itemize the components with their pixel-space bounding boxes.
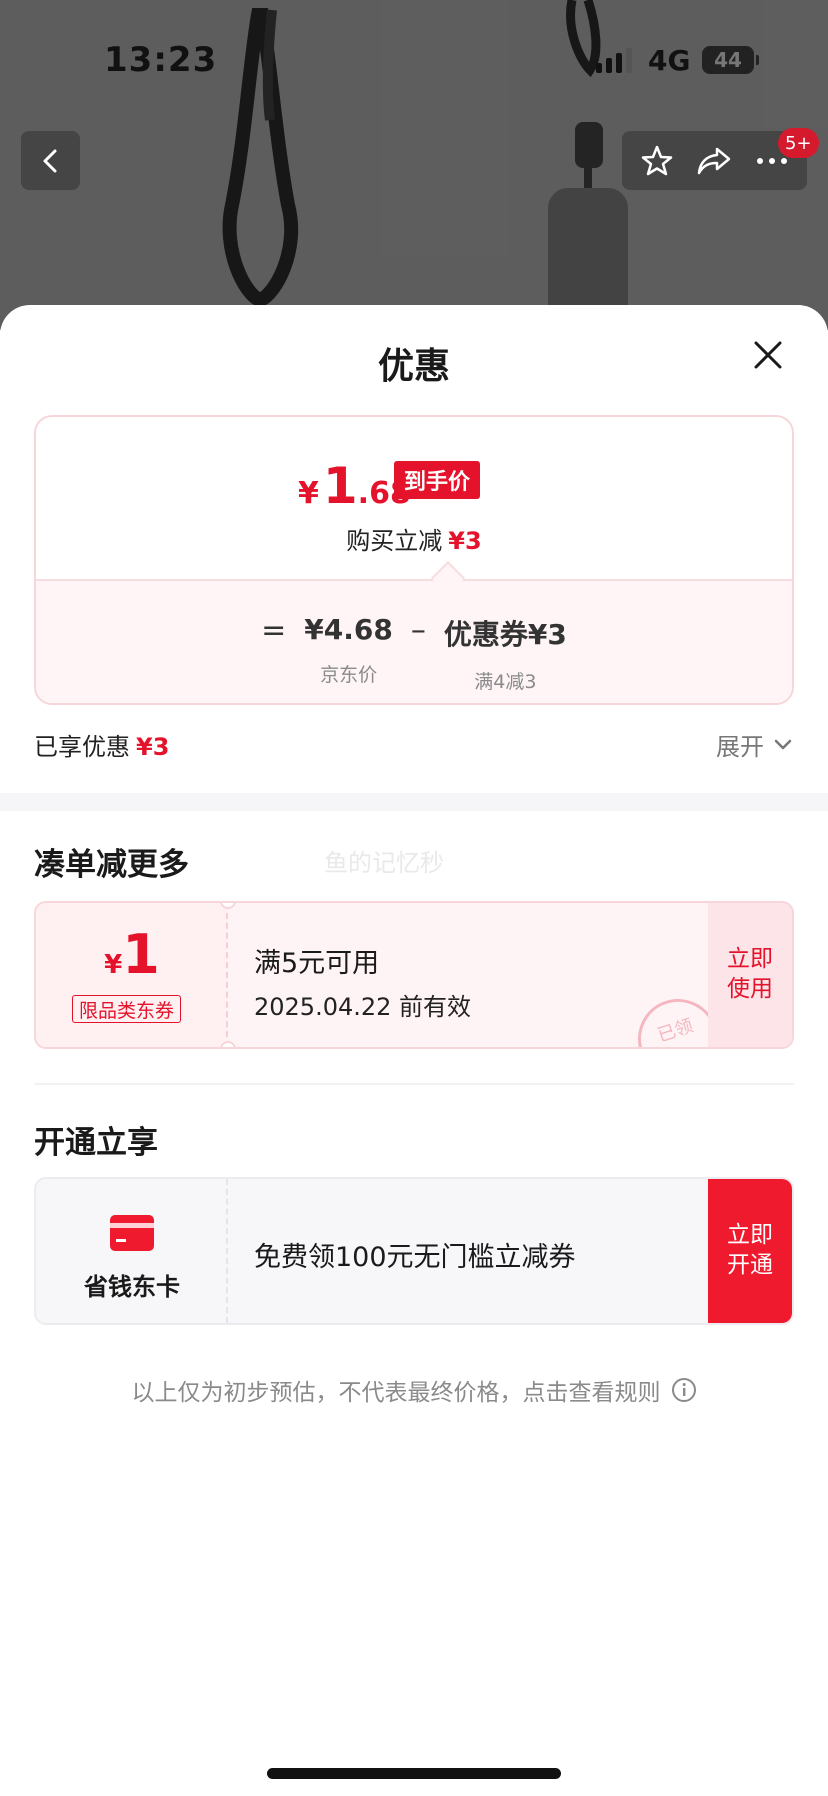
- open-membership-button[interactable]: 立即开通: [708, 1179, 792, 1323]
- close-button[interactable]: [746, 333, 790, 377]
- section-divider: [0, 793, 828, 811]
- expand-button[interactable]: 展开: [716, 727, 792, 762]
- coupon-condition: 满5元可用: [254, 948, 380, 979]
- card-name: 省钱东卡: [84, 1273, 180, 1301]
- use-coupon-button[interactable]: 立即使用: [708, 903, 792, 1047]
- chevron-down-icon: [774, 739, 792, 749]
- card-icon: [110, 1215, 154, 1251]
- divider: [34, 1083, 794, 1085]
- sheet-title: 优惠: [377, 346, 450, 387]
- instant-discount: 购买立减 ¥3: [346, 527, 482, 555]
- enjoyed-discount: 已享优惠 ¥3: [34, 733, 170, 761]
- section-title-member: 开通立享: [34, 1125, 158, 1161]
- message-badge: 5+: [778, 128, 819, 158]
- more-dots-icon: [757, 157, 788, 164]
- status-time: 13:23: [104, 40, 218, 80]
- discount-sheet: 优惠 ¥ 1 .68 到手价 购买立减 ¥3 = ¥4.68 京东价 – 优惠券¥…: [0, 305, 828, 1796]
- final-price-tag: 到手价: [394, 461, 481, 499]
- close-icon: [754, 341, 782, 369]
- home-indicator[interactable]: [267, 1768, 561, 1779]
- signal-icon: [596, 48, 632, 73]
- disclaimer[interactable]: 以上仅为初步预估，不代表最终价格，点击查看规则: [0, 1373, 828, 1407]
- share-button[interactable]: [690, 137, 738, 185]
- section-title-more: 凑单减更多: [34, 847, 189, 883]
- coupon-category: 限品类东券: [72, 995, 182, 1023]
- price-card: ¥ 1 .68 到手价 购买立减 ¥3 = ¥4.68 京东价 – 优惠券¥3 满…: [34, 415, 794, 705]
- coupon-expiry: 2025.04.22 前有效: [254, 993, 472, 1021]
- favorite-button[interactable]: [633, 137, 681, 185]
- price-formula: = ¥4.68 京东价 – 优惠券¥3 满4减3: [261, 613, 567, 693]
- chevron-left-icon: [43, 149, 56, 172]
- share-icon: [698, 147, 731, 174]
- status-bar: 13:23 4G 44: [0, 0, 828, 120]
- coupon-deduction: 优惠券¥3 满4减3: [443, 618, 567, 693]
- battery-icon: 44: [702, 46, 759, 74]
- member-card: 省钱东卡 免费领100元无门槛立减券 立即开通: [34, 1177, 794, 1325]
- star-icon: [641, 145, 673, 175]
- coupon-amount: ¥1: [104, 923, 160, 986]
- watermark: 鱼的记忆秒: [324, 849, 444, 877]
- battery-level: 44: [714, 48, 742, 72]
- back-button[interactable]: [21, 131, 80, 190]
- base-price: ¥4.68 京东价: [304, 613, 393, 686]
- coupon-card: ¥1 限品类东券 满5元可用 2025.04.22 前有效 已领 立即使用: [34, 901, 794, 1049]
- network-type: 4G: [648, 44, 691, 77]
- info-icon: [671, 1378, 696, 1402]
- member-description: 免费领100元无门槛立减券: [254, 1242, 576, 1273]
